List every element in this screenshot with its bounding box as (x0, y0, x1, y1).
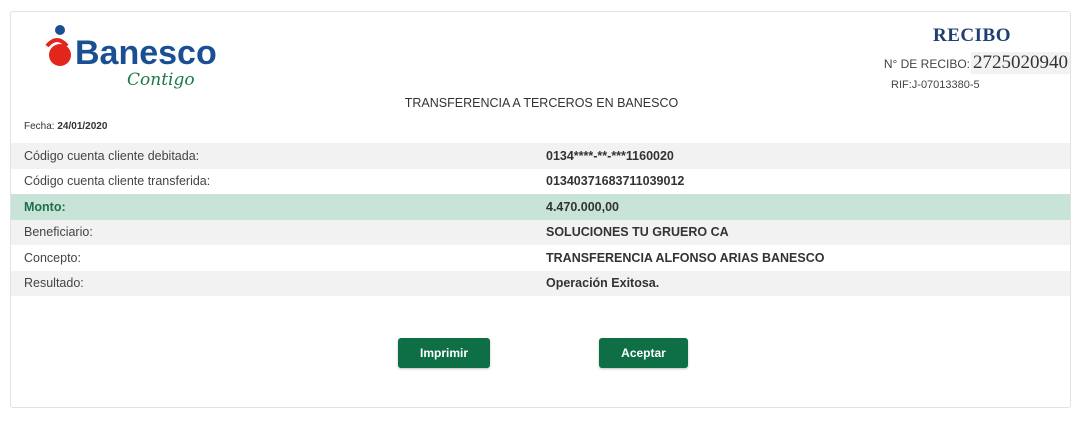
details-table: Código cuenta cliente debitada: 0134****… (11, 143, 1070, 296)
logo-wordmark: Banesco (75, 34, 217, 72)
receipt-title: RECIBO (933, 25, 1011, 46)
date: Fecha: 24/01/2020 (24, 121, 107, 132)
receipt-number-row: N° DE RECIBO: 2725020940 (884, 52, 1070, 74)
logo-tagline: Contigo (127, 70, 195, 90)
date-value: 24/01/2020 (57, 121, 108, 132)
receipt-number-label: N° DE RECIBO: (883, 57, 970, 71)
row-value: Operación Exitosa. (546, 276, 660, 291)
row-value: SOLUCIONES TU GRUERO CA (546, 225, 729, 240)
row-label: Código cuenta cliente debitada: (24, 148, 200, 163)
table-row: Resultado: Operación Exitosa. (11, 270, 1070, 296)
row-label: Monto: (24, 199, 66, 214)
row-value: 01340371683711039012 (546, 174, 685, 189)
row-label: Resultado: (24, 276, 84, 291)
table-row: Concepto: TRANSFERENCIA ALFONSO ARIAS BA… (11, 245, 1070, 271)
row-value: 4.470.000,00 (546, 199, 619, 214)
print-button[interactable]: Imprimir (398, 338, 490, 368)
table-row-amount: Monto: 4.470.000,00 (11, 194, 1070, 220)
row-label: Beneficiario: (24, 225, 93, 240)
table-row: Código cuenta cliente transferida: 01340… (11, 168, 1070, 194)
receipt-card: Banesco Contigo RECIBO N° DE RECIBO: 272… (10, 11, 1071, 408)
date-label: Fecha: (24, 121, 55, 132)
table-row: Código cuenta cliente debitada: 0134****… (11, 143, 1070, 169)
row-value: TRANSFERENCIA ALFONSO ARIAS BANESCO (546, 250, 825, 265)
accept-button[interactable]: Aceptar (599, 338, 688, 368)
rif: RIF:J-07013380-5 (891, 79, 980, 91)
banesco-logo: Banesco Contigo (45, 25, 217, 90)
receipt-number: 2725020940 (971, 52, 1070, 74)
page-title: TRANSFERENCIA A TERCEROS EN BANESCO (404, 96, 679, 110)
row-label: Código cuenta cliente transferida: (24, 174, 211, 189)
row-value: 0134****-**-***1160020 (546, 148, 674, 163)
row-label: Concepto: (24, 250, 81, 265)
table-row: Beneficiario: SOLUCIONES TU GRUERO CA (11, 219, 1070, 245)
